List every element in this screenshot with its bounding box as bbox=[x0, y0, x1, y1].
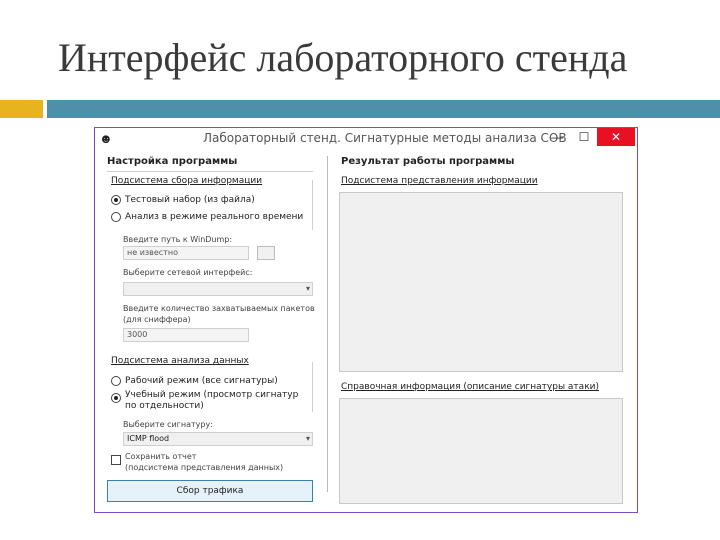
slide-title: Интерфейс лабораторного стенда bbox=[58, 35, 628, 80]
app-icon: ☻ bbox=[99, 131, 113, 146]
presentation-header: Подсистема представления информации bbox=[341, 176, 538, 186]
window-title: Лабораторный стенд. Сигнатурные методы а… bbox=[203, 131, 567, 145]
radio-realtime[interactable] bbox=[111, 212, 121, 222]
reference-header: Справочная информация (описание сигнатур… bbox=[341, 382, 599, 392]
panel-divider bbox=[327, 156, 328, 492]
app-window: ☻ Лабораторный стенд. Сигнатурные методы… bbox=[94, 127, 638, 513]
minimize-button[interactable]: — bbox=[543, 128, 571, 146]
interface-label: Выберите сетевой интерфейс: bbox=[123, 268, 253, 277]
settings-separator bbox=[107, 171, 313, 172]
window-client: Настройка программы Подсистема сбора инф… bbox=[95, 150, 637, 512]
title-rule bbox=[47, 100, 720, 118]
analysis-group-border bbox=[312, 362, 313, 412]
radio-learn-mode-label-line2: по отдельности) bbox=[125, 401, 204, 411]
results-header: Результат работы программы bbox=[341, 156, 515, 167]
interface-select[interactable]: ▾ bbox=[123, 282, 313, 296]
browse-button[interactable] bbox=[257, 246, 275, 260]
chevron-down-icon: ▾ bbox=[305, 434, 310, 443]
accent-bar bbox=[0, 100, 43, 118]
window-titlebar[interactable]: ☻ Лабораторный стенд. Сигнатурные методы… bbox=[95, 128, 637, 150]
reference-output[interactable] bbox=[339, 398, 623, 504]
presentation-output[interactable] bbox=[339, 192, 623, 372]
analysis-subsystem-header: Подсистема анализа данных bbox=[111, 356, 249, 366]
signature-select[interactable]: ICMP flood ▾ bbox=[123, 432, 313, 446]
radio-work-mode-label: Рабочий режим (все сигнатуры) bbox=[125, 376, 278, 386]
windump-path-input[interactable]: не известно bbox=[123, 246, 249, 260]
save-report-checkbox[interactable] bbox=[111, 455, 121, 465]
packets-count-input[interactable]: 3000 bbox=[123, 328, 249, 342]
windump-path-label: Введите путь к WinDump: bbox=[123, 235, 233, 244]
close-button[interactable]: ✕ bbox=[597, 128, 635, 146]
capture-subsystem-header: Подсистема сбора информации bbox=[111, 176, 263, 186]
capture-group-border bbox=[312, 180, 313, 230]
signature-label: Выберите сигнатуру: bbox=[123, 420, 213, 429]
packets-label-line1: Введите количество захватываемых пакетов bbox=[123, 304, 315, 313]
radio-realtime-label: Анализ в режиме реального времени bbox=[125, 212, 304, 222]
capture-traffic-button[interactable]: Сбор трафика bbox=[107, 480, 313, 502]
radio-learn-mode-label-line1: Учебный режим (просмотр сигнатур bbox=[125, 390, 299, 400]
chevron-down-icon: ▾ bbox=[305, 284, 310, 293]
save-report-label-line1: Сохранить отчет bbox=[125, 452, 197, 461]
radio-test-file-label: Тестовый набор (из файла) bbox=[125, 195, 255, 205]
radio-learn-mode[interactable] bbox=[111, 393, 121, 403]
signature-select-value: ICMP flood bbox=[127, 434, 170, 443]
packets-label-line2: (для сниффера) bbox=[123, 315, 191, 324]
settings-header: Настройка программы bbox=[107, 156, 238, 167]
radio-work-mode[interactable] bbox=[111, 376, 121, 386]
save-report-label-line2: (подсистема представления данных) bbox=[125, 463, 284, 472]
radio-test-file[interactable] bbox=[111, 195, 121, 205]
maximize-button[interactable]: ☐ bbox=[570, 128, 598, 146]
